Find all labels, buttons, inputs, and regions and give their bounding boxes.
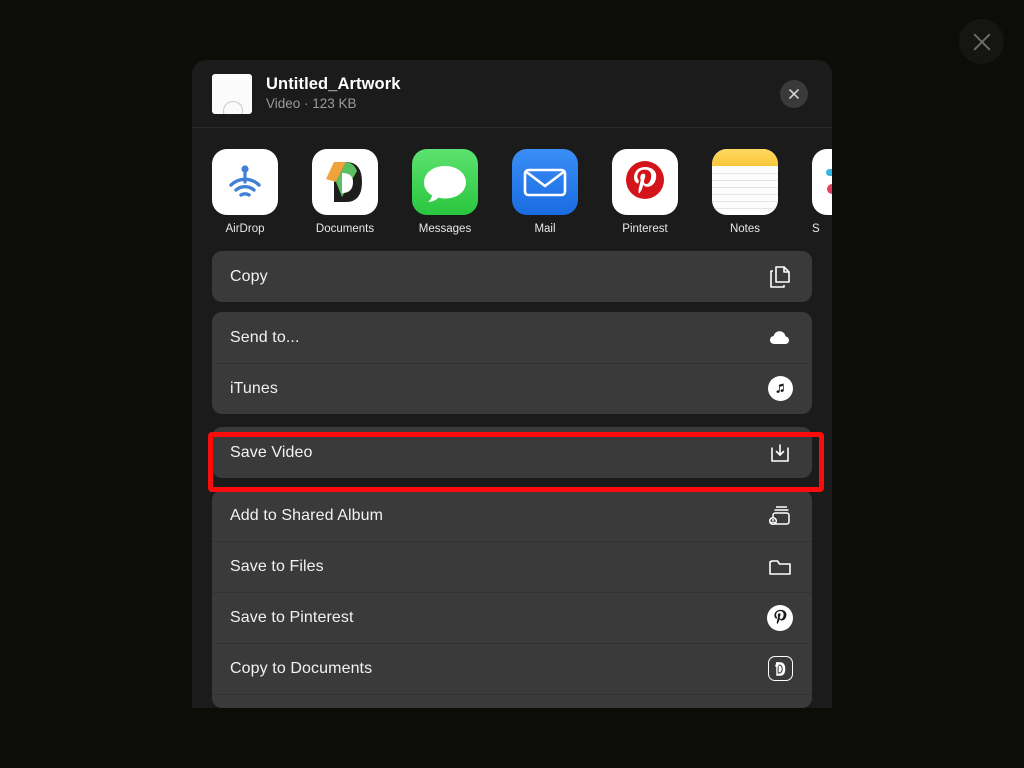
app-target-airdrop[interactable]: AirDrop [212, 149, 278, 235]
action-row-send-to[interactable]: Send to... [212, 312, 812, 363]
shared-album-icon [767, 503, 793, 529]
pinterest-icon [767, 604, 793, 631]
share-sheet-header: Untitled_Artwork Video · 123 KB [192, 60, 832, 128]
action-label: Send to... [230, 328, 300, 346]
close-icon [973, 33, 990, 50]
action-row-itunes[interactable]: iTunes [212, 363, 812, 414]
app-label: Mail [534, 223, 556, 235]
share-sheet-dialog: Untitled_Artwork Video · 123 KB AirDrop … [192, 60, 832, 708]
action-label: Add to Shared Album [230, 506, 384, 524]
app-label: Pinterest [622, 223, 668, 235]
action-row-partial[interactable] [212, 694, 812, 708]
screen: Untitled_Artwork Video · 123 KB AirDrop … [0, 0, 1024, 768]
action-row-save-video[interactable]: Save Video [212, 427, 812, 478]
file-subtitle: Video · 123 KB [266, 96, 357, 112]
action-label: Save to Files [230, 557, 324, 575]
documents-badge-icon [767, 656, 793, 682]
app-label: AirDrop [225, 223, 265, 235]
file-info: Untitled_Artwork Video · 123 KB [266, 74, 401, 114]
action-row-save-to-files[interactable]: Save to Files [212, 541, 812, 592]
copy-icon [767, 264, 793, 290]
app-target-slack[interactable]: S [812, 149, 832, 235]
action-group-save-video: Save Video [212, 427, 812, 478]
action-label: Copy [230, 267, 268, 285]
action-label: Copy to Documents [230, 659, 373, 677]
action-group-send: Send to... iTunes [212, 312, 812, 414]
action-label: iTunes [230, 379, 279, 397]
app-target-messages[interactable]: Messages [412, 149, 478, 235]
page-close-button[interactable] [959, 19, 1004, 64]
messages-icon [412, 149, 478, 215]
cloud-icon [767, 325, 793, 351]
itunes-icon [767, 376, 793, 402]
sheet-close-button[interactable] [780, 79, 808, 108]
app-label: Documents [315, 223, 375, 235]
save-download-icon [767, 440, 793, 466]
action-group-more: Add to Shared Album Save to Files Save t… [212, 490, 812, 708]
app-share-targets: AirDrop Documents Messages Mail Pinteres… [192, 128, 832, 251]
action-row-copy-to-documents[interactable]: Copy to Documents [212, 643, 812, 694]
app-target-notes[interactable]: Notes [712, 149, 778, 235]
documents-icon [312, 149, 378, 215]
app-target-pinterest[interactable]: Pinterest [612, 149, 678, 235]
folder-icon [767, 554, 793, 580]
close-icon [789, 88, 799, 99]
app-label: S [812, 223, 820, 235]
action-label: Save Video [230, 443, 313, 461]
notes-icon [712, 149, 778, 215]
app-label: Notes [729, 223, 761, 235]
mail-icon [512, 149, 578, 215]
slack-icon [812, 149, 832, 215]
action-row-copy[interactable]: Copy [212, 251, 812, 302]
file-title: Untitled_Artwork [266, 74, 401, 93]
app-label: Messages [418, 223, 472, 235]
pinterest-icon [612, 149, 678, 215]
airdrop-icon [212, 149, 278, 215]
action-row-save-to-pinterest[interactable]: Save to Pinterest [212, 592, 812, 643]
video-thumbnail [212, 73, 252, 114]
app-target-mail[interactable]: Mail [512, 149, 578, 235]
app-target-documents[interactable]: Documents [312, 149, 378, 235]
action-row-add-to-shared-album[interactable]: Add to Shared Album [212, 490, 812, 541]
action-label: Save to Pinterest [230, 608, 354, 626]
action-group-copy: Copy [212, 251, 812, 302]
